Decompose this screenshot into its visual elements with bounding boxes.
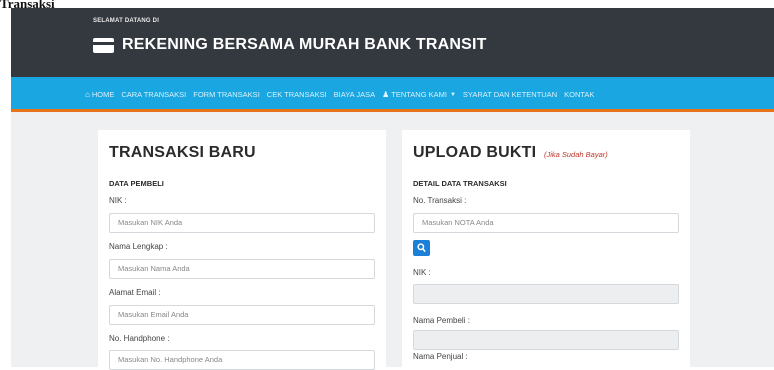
nav-item-home[interactable]: ⌂ HOME [85, 90, 114, 99]
seller-name-label: Nama Penjual : [413, 352, 468, 361]
phone-label: No. Handphone : [109, 334, 170, 343]
nav-label-tentang-kami: TENTANG KAMI [391, 90, 447, 99]
nav-item-form-transaksi[interactable]: FORM TRANSAKSI [193, 90, 260, 99]
nav-item-cara-transaksi[interactable]: CARA TRANSAKSI [121, 90, 186, 99]
transaction-number-input[interactable]: Masukan NOTA Anda [413, 213, 679, 233]
nav-item-cek-transaksi[interactable]: CEK TRANSAKSI [267, 90, 327, 99]
buyer-name-label: Nama Pembeli : [413, 316, 470, 325]
nav-item-syarat[interactable]: SYARAT DAN KETENTUAN [463, 90, 557, 99]
detail-nik-label: NIK : [413, 268, 431, 277]
home-icon: ⌂ [85, 90, 90, 99]
buyer-data-heading: DATA PEMBELI [109, 179, 164, 188]
new-transaction-panel: TRANSAKSI BARU DATA PEMBELI NIK : Masuka… [98, 130, 386, 370]
search-button[interactable] [413, 240, 430, 256]
users-icon: ♟ [382, 90, 390, 99]
caret-down-icon: ▼ [449, 91, 456, 98]
full-name-input[interactable]: Masukan Nama Anda [109, 259, 375, 279]
detail-nik-field [413, 284, 679, 304]
nav-item-tentang-kami[interactable]: ♟ TENTANG KAMI ▼ [382, 90, 456, 99]
brand-title: REKENING BERSAMA MURAH BANK TRANSIT [122, 36, 487, 53]
nav-label-home: HOME [91, 90, 115, 99]
upload-proof-title-text: UPLOAD BUKTI [413, 144, 537, 161]
email-input[interactable]: Masukan Email Anda [109, 305, 375, 325]
credit-card-icon [93, 37, 114, 53]
upload-proof-title: UPLOAD BUKTI (Jika Sudah Bayar) [413, 144, 608, 162]
search-icon [417, 243, 426, 253]
phone-input[interactable]: Masukan No. Handphone Anda [109, 350, 375, 370]
full-name-label: Nama Lengkap : [109, 242, 168, 251]
transaction-number-label: No. Transaksi : [413, 196, 467, 205]
nav-item-kontak[interactable]: KONTAK [564, 90, 594, 99]
brand[interactable]: REKENING BERSAMA MURAH BANK TRANSIT [93, 36, 487, 54]
email-label: Alamat Email : [109, 288, 161, 297]
upload-proof-panel: UPLOAD BUKTI (Jika Sudah Bayar) DETAIL D… [402, 130, 690, 367]
main-nav: ⌂ HOME CARA TRANSAKSI FORM TRANSAKSI CEK… [85, 90, 601, 99]
buyer-name-field [413, 330, 679, 350]
upload-proof-note: (Jika Sudah Bayar) [543, 150, 608, 159]
new-transaction-title: TRANSAKSI BARU [109, 144, 256, 161]
welcome-text: SELAMAT DATANG DI [93, 18, 160, 24]
transaction-detail-heading: DETAIL DATA TRANSAKSI [413, 179, 507, 188]
nav-item-biaya-jasa[interactable]: BIAYA JASA [334, 90, 375, 99]
nik-label: NIK : [109, 196, 127, 205]
nik-input[interactable]: Masukan NIK Anda [109, 213, 375, 233]
